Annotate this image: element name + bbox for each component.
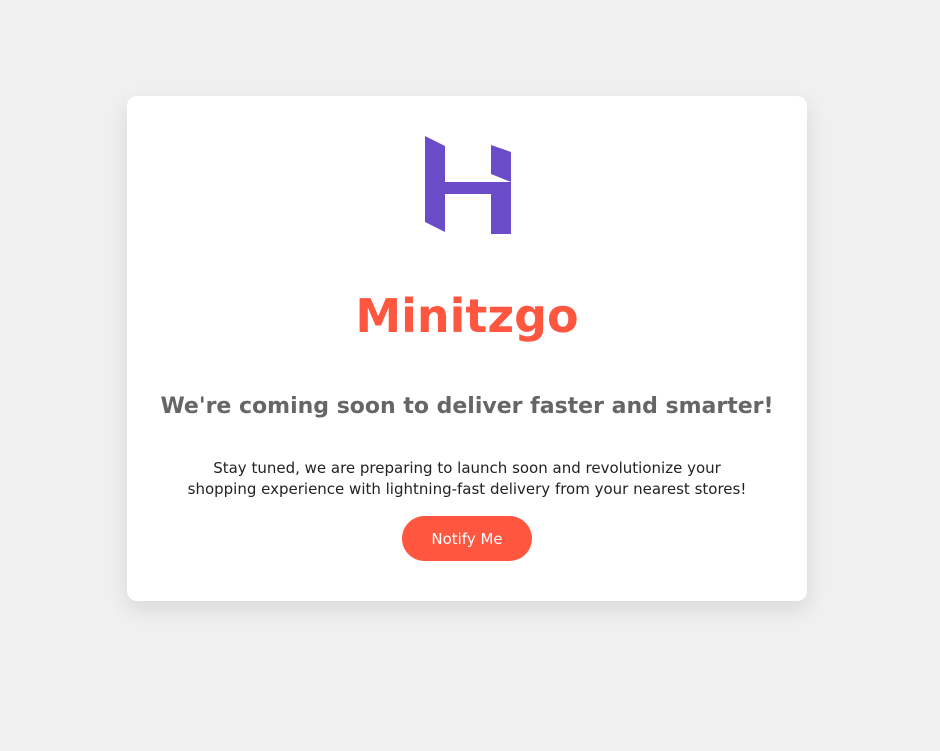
logo-right-upper-bar <box>491 145 511 182</box>
brand-name: Minitzgo <box>355 289 579 343</box>
notify-me-button[interactable]: Notify Me <box>402 516 532 561</box>
logo-right-lower-bar <box>491 194 511 234</box>
brand-logo-icon <box>425 136 511 234</box>
logo-left-lower-bar <box>425 194 445 232</box>
description: Stay tuned, we are preparing to launch s… <box>187 459 747 498</box>
logo-crossbar <box>425 182 511 194</box>
headline: We're coming soon to deliver faster and … <box>160 394 774 419</box>
logo-left-upper-bar <box>425 136 445 182</box>
coming-soon-card: Minitzgo We're coming soon to deliver fa… <box>127 96 807 601</box>
